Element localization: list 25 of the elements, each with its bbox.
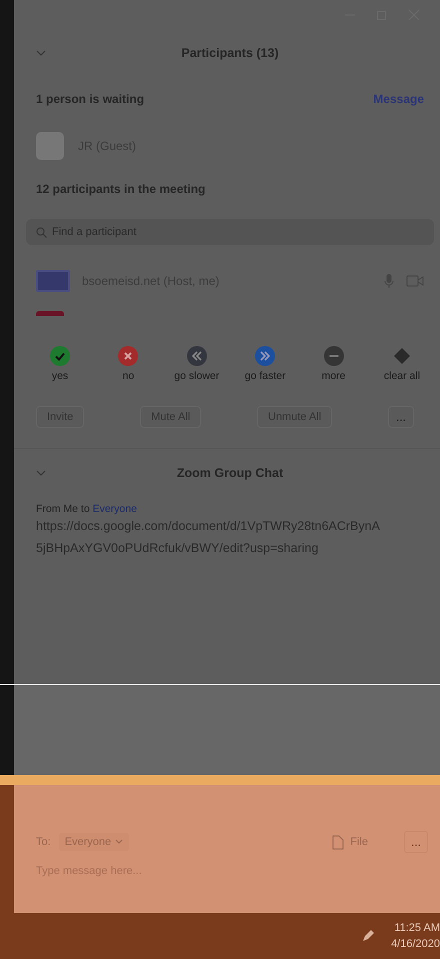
chevron-icon[interactable] [36, 469, 46, 477]
document-icon [332, 834, 344, 850]
panel-title: Participants (13) [181, 46, 279, 60]
more-button[interactable]: ... [388, 406, 414, 428]
caret-icon [115, 839, 124, 845]
taskbar-clock[interactable]: 11:25 AM 4/16/2020 [391, 920, 440, 952]
reaction-button[interactable]: go slower [166, 346, 227, 382]
reaction-button[interactable]: yes [30, 346, 90, 382]
more-button[interactable]: ... [404, 831, 428, 853]
to-label: To: [36, 836, 51, 848]
reaction-button[interactable]: clear all [372, 346, 432, 382]
reaction-button[interactable]: no [98, 346, 158, 382]
participant-avatar [36, 270, 70, 292]
reaction-button[interactable]: go faster [235, 346, 296, 382]
avatar-icon [36, 132, 64, 160]
reaction-button[interactable]: more [304, 346, 364, 382]
file-button[interactable]: File [326, 834, 374, 850]
chevron-icon[interactable] [36, 48, 46, 56]
chat-title: Zoom Group Chat [176, 466, 284, 480]
message-sender: From Me to Everyone [36, 503, 138, 515]
participant-avatar [36, 311, 64, 316]
camera-icon[interactable] [406, 274, 424, 288]
pen-icon[interactable] [361, 929, 376, 943]
search-icon [36, 227, 47, 238]
microphone-icon[interactable] [384, 273, 394, 289]
